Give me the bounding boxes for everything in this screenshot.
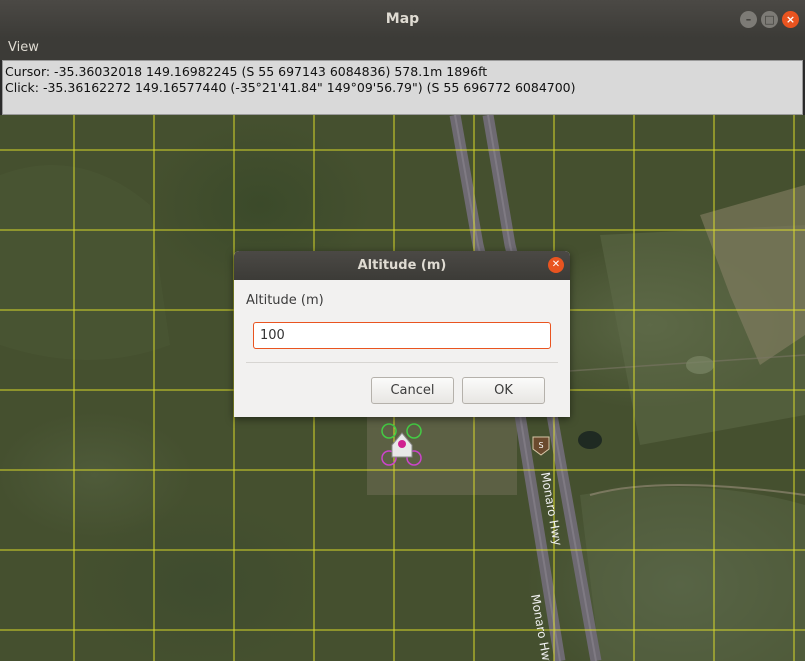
altitude-input[interactable] xyxy=(253,322,551,349)
menubar: View xyxy=(0,38,805,60)
window-titlebar: Map – □ × xyxy=(0,0,805,38)
route-shield-label: S xyxy=(538,441,543,450)
window-controls: – □ × xyxy=(740,11,799,28)
maximize-icon[interactable]: □ xyxy=(761,11,778,28)
close-icon[interactable]: ✕ xyxy=(548,257,564,273)
click-readout: Click: -35.36162272 149.16577440 (-35°21… xyxy=(5,80,576,95)
menu-view[interactable]: View xyxy=(8,40,39,55)
dialog-separator xyxy=(246,362,558,363)
route-shield-icon: S xyxy=(532,436,550,456)
window-title: Map xyxy=(385,11,420,27)
cursor-readout: Cursor: -35.36032018 149.16982245 (S 55 … xyxy=(5,64,488,79)
ok-button[interactable]: OK xyxy=(462,377,545,404)
cancel-button[interactable]: Cancel xyxy=(371,377,454,404)
altitude-dialog: Altitude (m) ✕ Altitude (m) Cancel OK xyxy=(234,251,570,417)
minimize-icon[interactable]: – xyxy=(740,11,757,28)
dialog-title: Altitude (m) xyxy=(234,251,570,280)
info-panel: Cursor: -35.36032018 149.16982245 (S 55 … xyxy=(2,60,803,115)
altitude-label: Altitude (m) xyxy=(246,293,324,308)
close-icon[interactable]: × xyxy=(782,11,799,28)
